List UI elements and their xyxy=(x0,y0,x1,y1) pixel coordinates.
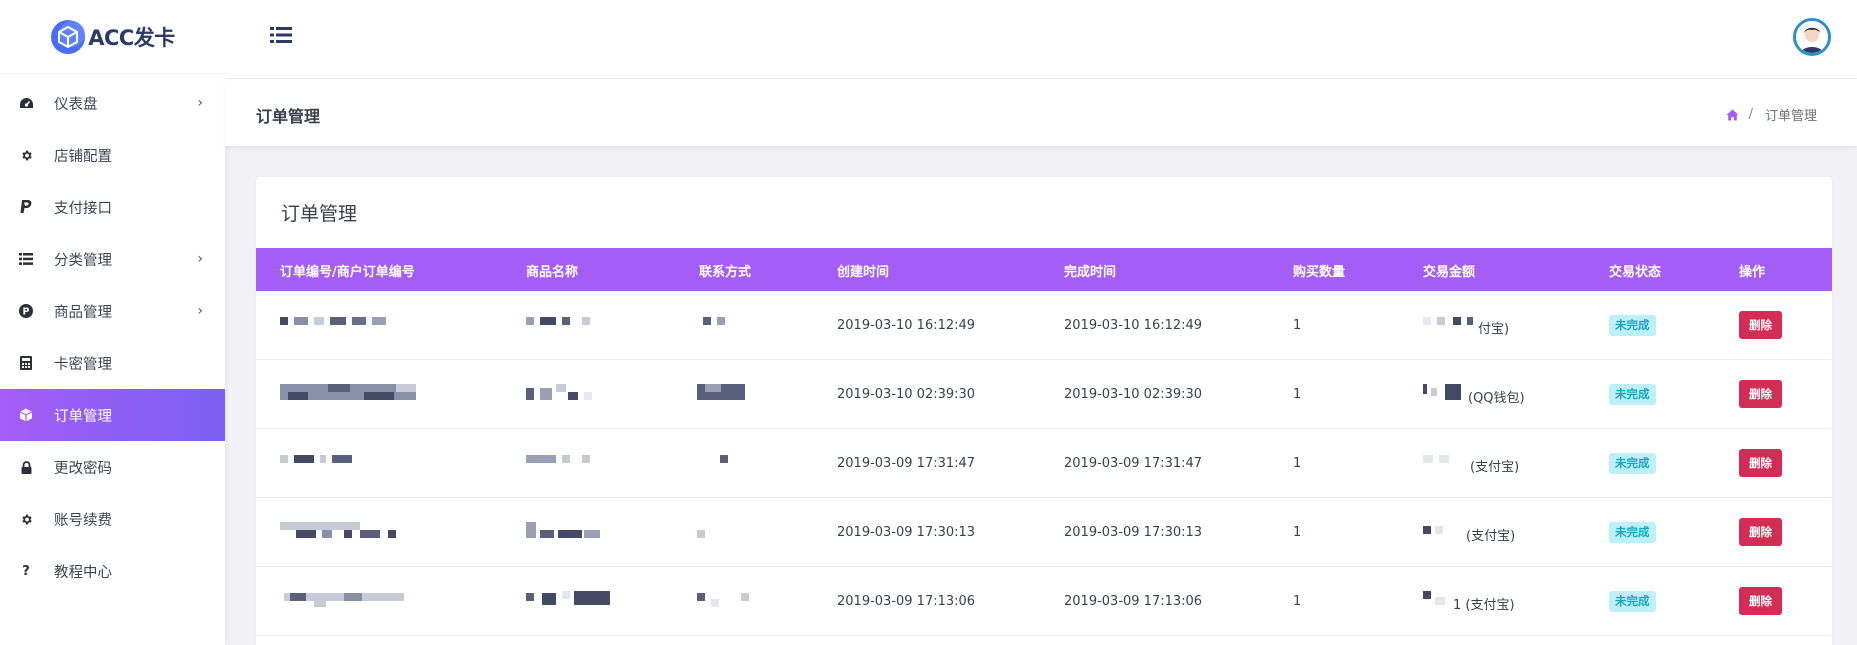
sidebar-item-change-password[interactable]: 更改密码 xyxy=(0,441,225,493)
table-header: 订单编号/商户订单编号 商品名称 联系方式 创建时间 完成时间 购买数量 交易金… xyxy=(256,248,1832,291)
payment-method: (支付宝) xyxy=(1470,460,1520,475)
completed-time: 2019-03-09 17:30:13 xyxy=(1064,525,1203,540)
sidebar-item-category[interactable]: 分类管理 › xyxy=(0,233,225,285)
status-badge: 未完成 xyxy=(1609,591,1656,612)
status-badge: 未完成 xyxy=(1609,315,1656,336)
table-row: 2019-03-09 17:31:47 2019-03-09 17:31:47 … xyxy=(256,429,1832,498)
completed-time: 2019-03-10 02:39:30 xyxy=(1064,387,1203,402)
svg-text:P: P xyxy=(23,306,30,317)
quantity: 1 xyxy=(1293,318,1302,333)
created-time: 2019-03-09 17:13:06 xyxy=(837,594,976,609)
sidebar-item-label: 账号续费 xyxy=(54,512,112,529)
paypal-icon xyxy=(18,199,34,215)
topbar xyxy=(225,0,1857,79)
sidebar-item-payment[interactable]: 支付接口 xyxy=(0,181,225,233)
sidebar-item-label: 分类管理 xyxy=(54,252,112,269)
list-icon xyxy=(18,251,34,267)
sidebar-item-label: 卡密管理 xyxy=(54,356,112,373)
table-row: 2019-03-10 16:12:49 2019-03-10 16:12:49 … xyxy=(256,291,1832,360)
created-time: 2019-03-09 17:30:13 xyxy=(837,525,976,540)
breadcrumb: / 订单管理 xyxy=(1726,105,1817,124)
sidebar-item-label: 仪表盘 xyxy=(54,96,98,113)
completed-time: 2019-03-09 17:31:47 xyxy=(1064,456,1203,471)
sidebar-item-label: 订单管理 xyxy=(54,408,112,425)
delete-button[interactable]: 删除 xyxy=(1739,380,1782,408)
cube-logo-icon xyxy=(50,19,86,55)
page-title: 订单管理 xyxy=(256,107,321,126)
card-title: 订单管理 xyxy=(281,203,358,225)
delete-button[interactable]: 删除 xyxy=(1739,518,1782,546)
column-header: 商品名称 xyxy=(526,265,579,280)
sidebar-item-store-config[interactable]: 店铺配置 xyxy=(0,129,225,181)
avatar[interactable] xyxy=(1793,18,1831,56)
column-header: 联系方式 xyxy=(699,265,752,280)
sidebar-item-tutorials[interactable]: ? 教程中心 xyxy=(0,545,225,597)
chevron-right-icon: › xyxy=(197,251,203,267)
sidebar: ACC发卡 仪表盘 › 店铺配置 支付接口 分类管理 › P 商品管理 › 卡密… xyxy=(0,0,225,645)
status-badge: 未完成 xyxy=(1609,522,1656,543)
column-header: 创建时间 xyxy=(837,265,890,280)
calculator-icon xyxy=(18,355,34,371)
payment-method: (QQ钱包) xyxy=(1468,391,1525,406)
gear-icon xyxy=(18,147,34,163)
lock-icon xyxy=(18,459,34,475)
column-header: 购买数量 xyxy=(1293,265,1346,280)
delete-button[interactable]: 删除 xyxy=(1739,587,1782,615)
table-row: 2019-03-09 17:13:06 2019-03-09 17:13:06 … xyxy=(256,567,1832,636)
completed-time: 2019-03-10 16:12:49 xyxy=(1064,318,1203,333)
column-header: 交易金额 xyxy=(1423,265,1476,280)
chevron-right-icon: › xyxy=(197,95,203,111)
sidebar-item-card-keys[interactable]: 卡密管理 xyxy=(0,337,225,389)
breadcrumb-current: 订单管理 xyxy=(1764,109,1817,124)
sidebar-item-label: 商品管理 xyxy=(54,304,112,321)
column-header: 操作 xyxy=(1739,265,1766,280)
sidebar-item-label: 教程中心 xyxy=(54,564,112,581)
sidebar-item-dashboard[interactable]: 仪表盘 › xyxy=(0,77,225,129)
column-header: 订单编号/商户订单编号 xyxy=(280,265,415,280)
page-header: 订单管理 / 订单管理 xyxy=(225,79,1857,146)
table-row: 2019-03-10 02:39:30 2019-03-10 02:39:30 … xyxy=(256,360,1832,429)
sidebar-item-renewal[interactable]: 账号续费 xyxy=(0,493,225,545)
created-time: 2019-03-09 17:31:47 xyxy=(837,456,976,471)
question-icon: ? xyxy=(22,563,30,579)
table-row: 2019-03-09 17:30:13 2019-03-09 17:30:13 … xyxy=(256,498,1832,567)
quantity: 1 xyxy=(1293,594,1302,609)
gear-icon xyxy=(18,511,34,527)
dashboard-icon xyxy=(18,95,34,111)
payment-method: 付宝) xyxy=(1478,322,1510,337)
status-badge: 未完成 xyxy=(1609,384,1656,405)
quantity: 1 xyxy=(1293,456,1302,471)
column-header: 交易状态 xyxy=(1609,265,1662,280)
status-badge: 未完成 xyxy=(1609,453,1656,474)
home-icon[interactable] xyxy=(1726,109,1739,121)
breadcrumb-separator: / xyxy=(1748,107,1753,122)
completed-time: 2019-03-09 17:13:06 xyxy=(1064,594,1203,609)
sidebar-item-label: 店铺配置 xyxy=(54,148,112,165)
cube-icon xyxy=(18,407,34,423)
sidebar-item-label: 支付接口 xyxy=(54,200,112,217)
payment-method: 1 (支付宝) xyxy=(1453,598,1515,613)
product-p-icon: P xyxy=(18,303,34,319)
quantity: 1 xyxy=(1293,525,1302,540)
orders-card: 订单管理 订单编号/商户订单编号 商品名称 联系方式 创建时间 完成时间 购买数… xyxy=(256,177,1832,645)
payment-method: (支付宝) xyxy=(1466,529,1516,544)
sidebar-item-orders[interactable]: 订单管理 xyxy=(0,389,225,441)
delete-button[interactable]: 删除 xyxy=(1739,449,1782,477)
created-time: 2019-03-10 16:12:49 xyxy=(837,318,976,333)
sidebar-menu: 仪表盘 › 店铺配置 支付接口 分类管理 › P 商品管理 › 卡密管理 订单管… xyxy=(0,74,225,597)
sidebar-item-products[interactable]: P 商品管理 › xyxy=(0,285,225,337)
chevron-right-icon: › xyxy=(197,303,203,319)
brand-name: ACC发卡 xyxy=(88,25,175,50)
sidebar-item-label: 更改密码 xyxy=(54,460,112,477)
delete-button[interactable]: 删除 xyxy=(1739,311,1782,339)
brand[interactable]: ACC发卡 xyxy=(0,0,225,74)
column-header: 完成时间 xyxy=(1064,265,1117,280)
menu-toggle-icon[interactable] xyxy=(270,25,292,45)
created-time: 2019-03-10 02:39:30 xyxy=(837,387,976,402)
quantity: 1 xyxy=(1293,387,1302,402)
